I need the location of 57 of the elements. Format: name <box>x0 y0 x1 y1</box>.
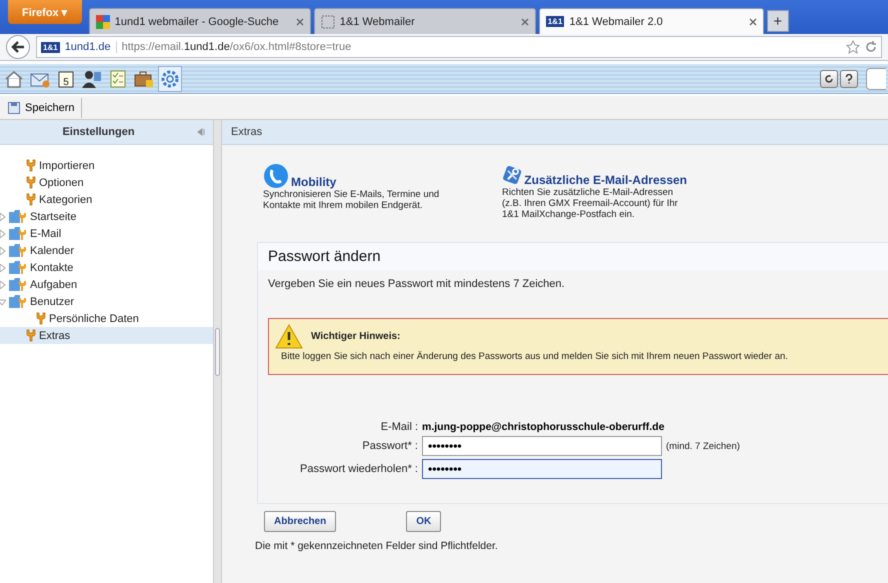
browser-tab[interactable]: 1und1 webmailer - Google-Suche <box>88 8 311 34</box>
toolbar-button[interactable]: 5 <box>54 66 78 92</box>
extra-description: Richten Sie zusätzliche E-Mail-Adressen (z.B. Ihren GMX Freemail-Account) für Ihr 1&1 MailXchange-Postfach ein. <box>502 187 679 220</box>
field-label: Passwort wiederholen* : <box>298 463 418 475</box>
url-text: https://email.1und1.de/ox6/ox.html#8store=true <box>122 41 352 53</box>
tree-item[interactable]: Importieren <box>0 157 213 174</box>
tree-item[interactable]: E-Mail <box>0 225 213 242</box>
extra-description: Synchronisieren Sie E-Mails, Termine und Kontakte mit Ihrem mobilen Endgerät. <box>263 189 440 211</box>
panel-title: Passwort ändern <box>258 243 888 270</box>
tree-item[interactable]: Persönliche Daten <box>0 310 213 327</box>
tab-title: 1&1 Webmailer 2.0 <box>569 16 664 28</box>
cancel-button[interactable]: Abbrechen <box>264 511 336 532</box>
extra-link[interactable]: Zusätzliche E-Mail-Adressen <box>524 173 687 187</box>
tree-item-label: Startseite <box>30 210 76 222</box>
tree-item[interactable]: Kategorien <box>0 191 213 208</box>
panel-intro: Vergeben Sie ein neues Passwort mit mindestens 7 Zeichen. <box>267 277 566 292</box>
content-title: Extras <box>230 126 262 138</box>
tree-item[interactable]: Startseite <box>0 208 213 225</box>
tree-item[interactable]: Optionen <box>0 174 213 191</box>
tree-item[interactable]: Benutzer <box>0 293 213 310</box>
tree-item-label: Kalender <box>30 244 74 256</box>
field-hint: (mind. 7 Zeichen) <box>666 440 741 452</box>
tree-item-label: Kontakte <box>30 262 74 274</box>
tab-title: 1und1 webmailer - Google-Suche <box>114 16 280 28</box>
tree-item-label: Importieren <box>39 160 95 172</box>
browser-tab[interactable]: 1&1 1&1 Webmailer 2.0 <box>538 8 764 34</box>
field-label: E-Mail : <box>380 421 418 433</box>
save-button[interactable]: Speichern <box>8 98 82 118</box>
address-field[interactable]: 1&1 1und1.de https://email.1und1.de/ox6/ox.html#8store=true <box>36 36 882 58</box>
tree-item-label: Persönliche Daten <box>49 312 139 324</box>
field-label: Passwort* : <box>361 440 418 452</box>
password-field[interactable]: •••••••• <box>422 436 662 456</box>
tree-item[interactable]: Aufgaben <box>0 276 213 293</box>
tree-item[interactable]: Extras <box>0 327 213 344</box>
site-identity[interactable]: 1und1.de <box>64 41 117 53</box>
tree-item-label: Kategorien <box>39 194 92 206</box>
required-fields-note: Die mit * gekennzeichneten Felder sind Pflichtfelder. <box>254 540 499 552</box>
tree-item-label: E-Mail <box>30 228 62 240</box>
tree-item[interactable]: Kalender <box>0 242 213 259</box>
sidebar-title: Einstellungen <box>61 126 136 138</box>
calendar-icon: 5 <box>58 70 74 88</box>
tree-item-label: Extras <box>39 330 70 342</box>
tree-item-label: Optionen <box>39 176 84 188</box>
tree-item[interactable]: Kontakte <box>0 259 213 276</box>
notice-title: Wichtiger Hinweis: <box>311 331 400 342</box>
notice-text: Bitte loggen Sie sich nach einer Änderung des Passworts aus und melden Sie sich mit Ihrem neuen Passwort wieder an. <box>280 351 789 362</box>
new-tab-button[interactable]: + <box>766 10 789 32</box>
ok-button[interactable]: OK <box>406 511 442 532</box>
tab-title: 1&1 Webmailer <box>340 16 416 28</box>
extra-link[interactable]: Mobility <box>291 175 336 189</box>
site-badge: 1&1 <box>41 42 60 52</box>
tree-item-label: Aufgaben <box>30 278 78 290</box>
email-value: m.jung-poppe@christophorusschule-oberurff.de <box>422 421 666 433</box>
password-field[interactable]: •••••••• <box>422 459 662 479</box>
tree-item-label: Benutzer <box>30 296 74 308</box>
site-badge: 1&1 <box>546 16 564 27</box>
browser-tab[interactable]: 1&1 Webmailer <box>314 8 536 34</box>
